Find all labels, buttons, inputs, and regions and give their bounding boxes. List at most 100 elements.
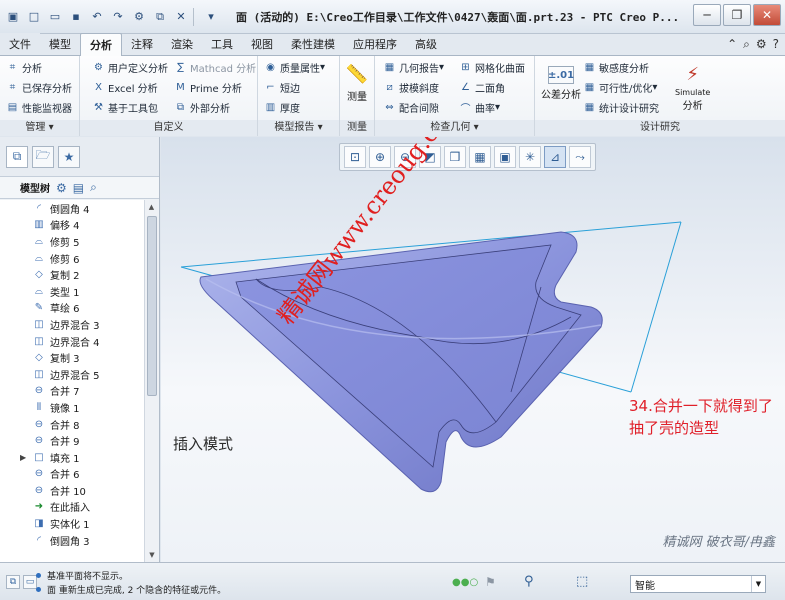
sensitivity-analysis-button[interactable]: ▦ 敏感度分析	[583, 60, 649, 75]
measure-button[interactable]: 📏 测量	[342, 60, 372, 104]
app-icon[interactable]: ▣	[5, 9, 21, 25]
group-label-model-report[interactable]: 模型报告 ▾	[258, 120, 339, 136]
model-tree-header: 模型树 ⚙ ▤ ⌕	[0, 177, 159, 199]
simulate-analysis-button[interactable]: ⚡ Simulate 分析	[675, 60, 710, 113]
tab-file[interactable]: 文件	[0, 33, 40, 55]
restore-button[interactable]: ❐	[723, 4, 751, 26]
redo-icon[interactable]: ↷	[110, 9, 126, 25]
group-custom: ⚙ 用户定义分析 X Excel 分析 ⚒ 基于工具包 ∑ Mathcad 分析 M Pr…	[80, 56, 258, 136]
close-window-icon[interactable]: ✕	[173, 9, 189, 25]
tab-flexible-modeling[interactable]: 柔性建模	[282, 33, 344, 55]
tree-item[interactable]: ◨ 实体化 1	[0, 515, 144, 532]
tree-scrollbar[interactable]: ▲ ▼	[144, 200, 158, 562]
tolerance-analysis-button[interactable]: ±.01 公差分析	[541, 60, 581, 101]
performance-monitor-button[interactable]: ▤ 性能监视器	[6, 100, 72, 115]
select-box-icon[interactable]: ⬚	[576, 574, 588, 589]
tab-advanced[interactable]: 高级	[406, 33, 446, 55]
settings-icon[interactable]: ⚙	[756, 37, 767, 52]
tree-item[interactable]: ◫ 边界混合 3	[0, 316, 144, 333]
mesh-surface-button[interactable]: ⊞ 网格化曲面	[459, 60, 525, 75]
tree-item[interactable]: ◇ 复制 2	[0, 266, 144, 283]
tree-item[interactable]: ⊖ 合并 9	[0, 432, 144, 449]
regenerate-icon[interactable]: ⚙	[131, 9, 147, 25]
customize-dropdown-icon[interactable]: ▾	[203, 9, 219, 25]
tree-item[interactable]: ⌓ 修剪 5	[0, 233, 144, 250]
status-message: 基准平面将不显示。	[36, 569, 128, 582]
selection-filter[interactable]: 智能 ▼	[630, 575, 766, 593]
favorites-tab-icon[interactable]: ★	[58, 145, 80, 168]
group-label-inspect[interactable]: 检查几何 ▾	[375, 120, 534, 136]
statistical-design-button[interactable]: ▦ 统计设计研究	[583, 100, 659, 115]
tab-render[interactable]: 渲染	[162, 33, 202, 55]
analysis-button[interactable]: ⌗ 分析	[6, 60, 42, 75]
draft-button[interactable]: ⧄ 拔模斜度	[383, 80, 439, 95]
geometry-report-button[interactable]: ▦ 几何报告 ▾	[383, 60, 444, 75]
search-icon[interactable]: ⌕	[743, 37, 750, 52]
help-icon[interactable]: ?	[773, 37, 779, 52]
toolkit-based-button[interactable]: ⚒ 基于工具包	[92, 100, 158, 115]
tree-item[interactable]: ◫ 边界混合 4	[0, 333, 144, 350]
group-label-manage[interactable]: 管理 ▾	[0, 120, 79, 136]
tab-model[interactable]: 模型	[40, 33, 80, 55]
tree-item[interactable]: ⊖ 合并 10	[0, 482, 144, 499]
scroll-thumb[interactable]	[147, 216, 157, 396]
mass-properties-button[interactable]: ◉ 质量属性 ▾	[264, 60, 325, 75]
clearance-button[interactable]: ⇔ 配合间隙	[383, 100, 439, 115]
browser-toggle-icon[interactable]: ▭	[23, 575, 37, 589]
tree-item[interactable]: ◜ 倒圆角 3	[0, 532, 144, 549]
dihedral-angle-button[interactable]: ∠ 二面角	[459, 80, 505, 95]
thickness-button[interactable]: ▥ 厚度	[264, 100, 300, 115]
scroll-up-icon[interactable]: ▲	[145, 200, 158, 214]
minimize-button[interactable]: ─	[693, 4, 721, 26]
tree-settings-icon[interactable]: ⚙	[56, 181, 67, 195]
tree-item[interactable]: ◇ 复制 3	[0, 349, 144, 366]
tree-item[interactable]: ⌓ 类型 1	[0, 283, 144, 300]
tab-analysis[interactable]: 分析	[80, 33, 122, 56]
saved-analysis-button[interactable]: ⌗ 已保存分析	[6, 80, 72, 95]
tab-applications[interactable]: 应用程序	[344, 33, 406, 55]
tree-item[interactable]: ⊖ 合并 7	[0, 383, 144, 400]
expand-arrow-icon[interactable]: ▶	[20, 453, 26, 462]
navigator-toggle-icon[interactable]: ⧉	[6, 575, 20, 589]
undo-icon[interactable]: ↶	[89, 9, 105, 25]
prime-analysis-button[interactable]: M Prime 分析	[174, 80, 242, 95]
flag-icon[interactable]: ⚑	[485, 575, 496, 589]
boundary-blend-icon: ◫	[34, 318, 44, 330]
chevron-down-icon[interactable]: ▼	[751, 576, 765, 592]
tree-search-icon[interactable]: ⌕	[90, 180, 97, 195]
new-file-icon[interactable]: □	[26, 9, 42, 25]
tree-item[interactable]: ▶ □ 填充 1	[0, 449, 144, 466]
tree-item[interactable]: ◫ 边界混合 5	[0, 366, 144, 383]
windows-icon[interactable]: ⧉	[152, 9, 168, 25]
tree-item[interactable]: ◜ 倒圆角 4	[0, 200, 144, 217]
tab-tools[interactable]: 工具	[202, 33, 242, 55]
tree-item[interactable]: ⊖ 合并 6	[0, 466, 144, 483]
tree-filter-icon[interactable]: ▤	[73, 181, 84, 195]
save-icon[interactable]: ▪	[68, 9, 84, 25]
curvature-icon: ⌒	[460, 104, 471, 115]
find-icon[interactable]: ⚲	[524, 574, 534, 589]
close-button[interactable]: ✕	[753, 4, 781, 26]
graphics-window[interactable]: ⊡ ⊕ ⊖ ◩ ❒ ▦ ▣ ✳ ⊿ ⤳ 插入模式 精诚网www.creoug.c…	[161, 137, 785, 562]
model-tree-tab-icon[interactable]: ⧉	[6, 145, 28, 168]
tab-annotate[interactable]: 注释	[122, 33, 162, 55]
external-analysis-button[interactable]: ⧉ 外部分析	[174, 100, 230, 115]
user-defined-analysis-button[interactable]: ⚙ 用户定义分析	[92, 60, 168, 75]
folder-browser-tab-icon[interactable]: 🗁	[32, 145, 54, 168]
tree-item[interactable]: ⌓ 修剪 6	[0, 250, 144, 267]
tree-item[interactable]: ⫴ 镜像 1	[0, 399, 144, 416]
regen-status-icon[interactable]: ●●○	[452, 577, 478, 588]
tab-view[interactable]: 视图	[242, 33, 282, 55]
open-folder-icon[interactable]: ▭	[47, 9, 63, 25]
tree-item[interactable]: ⊖ 合并 8	[0, 416, 144, 433]
insert-here-marker[interactable]: ➜ 在此插入	[0, 499, 144, 516]
ribbon-collapse-icon[interactable]: ⌃	[727, 37, 737, 52]
short-edge-button[interactable]: ⌐ 短边	[264, 80, 300, 95]
scroll-down-icon[interactable]: ▼	[145, 548, 159, 562]
excel-analysis-button[interactable]: X Excel 分析	[92, 80, 158, 95]
feasibility-optimization-button[interactable]: ▦ 可行性/优化 ▾	[583, 80, 658, 95]
tree-item[interactable]: ▥ 偏移 4	[0, 217, 144, 234]
curvature-button[interactable]: ⌒ 曲率 ▾	[459, 100, 501, 115]
mathcad-analysis-button[interactable]: ∑ Mathcad 分析	[174, 60, 256, 75]
tree-item[interactable]: ✎ 草绘 6	[0, 300, 144, 317]
